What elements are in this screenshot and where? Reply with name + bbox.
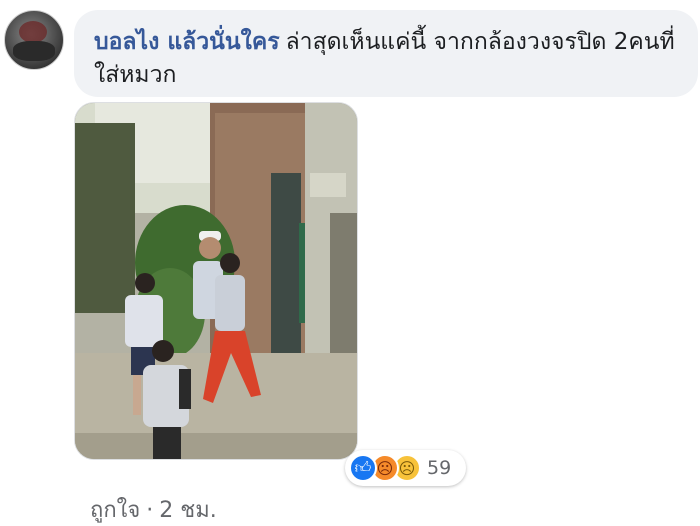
comment-author[interactable]: บอลไง แล้วนั่นใคร xyxy=(94,29,280,55)
avatar-detail xyxy=(19,21,47,43)
like-icon: 👍︎ xyxy=(349,454,377,482)
avatar[interactable] xyxy=(4,10,64,70)
reaction-count: 59 xyxy=(427,457,452,479)
avatar-detail xyxy=(13,41,55,61)
cctv-photo-image xyxy=(75,103,357,459)
separator: · xyxy=(146,498,154,523)
comment-actions: ถูกใจ · 2 ชม. xyxy=(90,496,217,526)
timestamp[interactable]: 2 ชม. xyxy=(159,498,216,523)
attached-photo[interactable] xyxy=(74,102,358,460)
reaction-summary[interactable]: 👍︎ ☹ ☹ 59 xyxy=(345,450,466,486)
like-button[interactable]: ถูกใจ xyxy=(90,498,140,523)
comment-bubble: บอลไง แล้วนั่นใคร ล่าสุดเห็นแค่นี้ จากกล้… xyxy=(74,10,698,97)
